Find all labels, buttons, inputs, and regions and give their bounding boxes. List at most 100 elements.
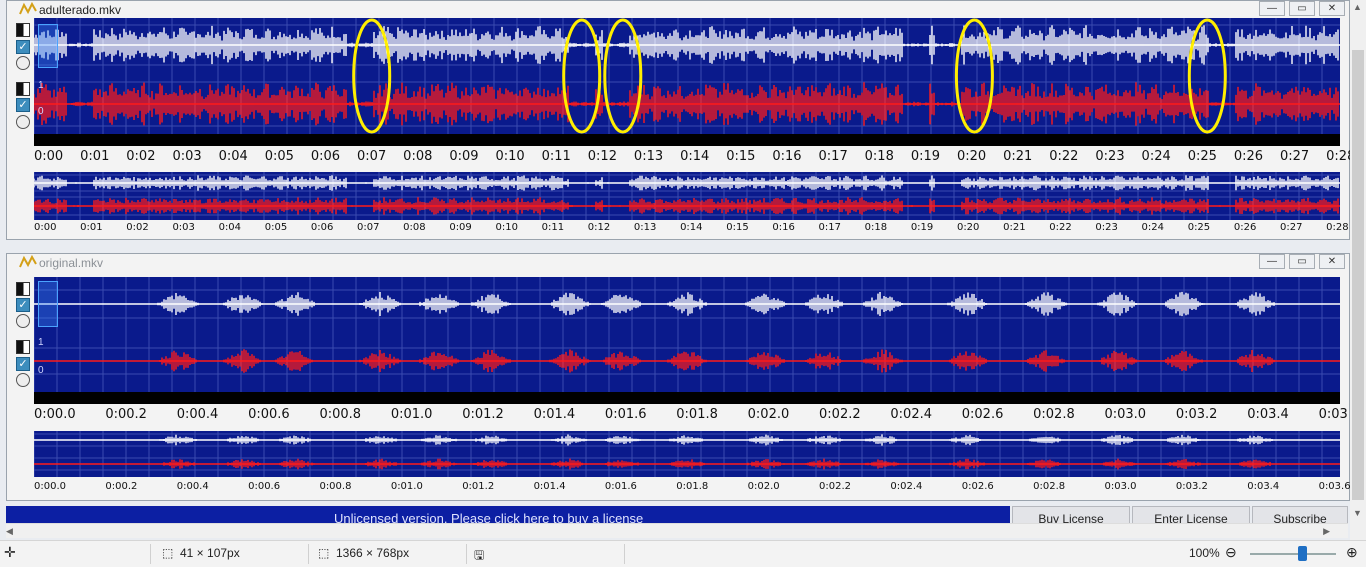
divider xyxy=(308,544,309,564)
scroll-right-icon[interactable]: ▶ xyxy=(1323,526,1330,537)
waveform-main-view[interactable]: 1 0 xyxy=(34,18,1340,134)
ruler-tick-label: 0:00.6 xyxy=(248,407,290,422)
ruler-tick-label: 0:06 xyxy=(310,149,341,164)
timeline-strip[interactable] xyxy=(34,392,1340,404)
close-button[interactable]: ✕ xyxy=(1319,1,1345,16)
overview-tick-label: 0:02.8 xyxy=(1033,481,1066,492)
scroll-left-icon[interactable]: ◀ xyxy=(6,526,13,537)
channel-left-enable-checkbox[interactable]: ✓ xyxy=(16,298,30,312)
channel-left-enable-checkbox[interactable]: ✓ xyxy=(16,40,30,54)
right-channel-overview xyxy=(34,197,1340,215)
overview-tick-label: 0:09 xyxy=(449,222,472,233)
ruler-tick-label: 0:10 xyxy=(495,149,525,164)
overview-tick-label: 0:01.8 xyxy=(676,481,709,492)
channel-left-solo-radio[interactable] xyxy=(16,314,30,328)
zoom-slider-thumb[interactable] xyxy=(1297,546,1307,561)
overview-tick-label: 0:02 xyxy=(126,222,149,233)
overview-tick-label: 0:19 xyxy=(910,222,934,233)
waveform-overview[interactable] xyxy=(34,431,1340,477)
waveform-main-view[interactable]: 1 0 xyxy=(34,277,1340,392)
maximize-button[interactable]: ▭ xyxy=(1289,254,1315,269)
ruler-tick-label: 0:07 xyxy=(357,149,387,164)
overview-canvas xyxy=(34,431,1340,477)
ruler-tick-label: 0:03 xyxy=(172,149,202,164)
annotation-ellipse-3[interactable] xyxy=(603,18,643,134)
save-icon[interactable]: 🖫 xyxy=(474,546,484,567)
channel-right-mute-toggle[interactable] xyxy=(16,82,30,96)
scroll-thumb[interactable] xyxy=(1352,50,1364,500)
zoom-slider[interactable] xyxy=(1250,546,1336,561)
right-channel-waveform xyxy=(34,349,1340,373)
overview-tick-label: 0:03 xyxy=(172,222,195,233)
overview-tick-label: 0:01 xyxy=(80,222,103,233)
overview-tick-label: 0:26 xyxy=(1233,222,1257,233)
ruler-tick-label: 0:17 xyxy=(818,149,848,164)
ruler-tick-label: 0:01.2 xyxy=(462,407,504,422)
maximize-button[interactable]: ▭ xyxy=(1289,1,1315,16)
channel-right-mute-toggle[interactable] xyxy=(16,340,30,354)
window-titlebar[interactable]: adulterado.mkv — ▭ ✕ xyxy=(7,1,1349,19)
overview-tick-label: 0:14 xyxy=(680,222,703,233)
buy-license-button[interactable]: Buy License xyxy=(1012,506,1130,524)
annotation-ellipse-2[interactable] xyxy=(562,18,602,134)
overview-tick-label: 0:02.2 xyxy=(819,481,852,492)
annotation-ellipse-1[interactable] xyxy=(352,18,392,134)
zoom-handle[interactable] xyxy=(38,24,58,68)
subscribe-button[interactable]: Subscribe xyxy=(1252,506,1348,524)
ruler-tick-label: 0:01 xyxy=(80,149,110,164)
ruler-tick-label: 0:22 xyxy=(1049,149,1079,164)
vertical-scrollbar[interactable]: ▲ ▼ xyxy=(1350,0,1366,540)
ruler-tick-label: 0:00 xyxy=(34,149,64,164)
channel-right-solo-radio[interactable] xyxy=(16,115,30,129)
overview-tick-label: 0:20 xyxy=(956,222,980,233)
overview-tick-label: 0:07 xyxy=(357,222,380,233)
channel-left-solo-radio[interactable] xyxy=(16,56,30,70)
channel-right-solo-radio[interactable] xyxy=(16,373,30,387)
scroll-down-icon[interactable]: ▼ xyxy=(1353,508,1362,518)
ruler-tick-label: 0:02 xyxy=(126,149,156,164)
timeline-strip[interactable] xyxy=(34,134,1340,146)
overview-tick-label: 0:03.2 xyxy=(1175,481,1208,492)
minimize-button[interactable]: — xyxy=(1259,254,1285,269)
move-cursor-icon: ✛ xyxy=(4,544,16,560)
unlicensed-banner[interactable]: Unlicensed version. Please click here to… xyxy=(6,506,1010,523)
overview-tick-label: 0:02.6 xyxy=(961,481,994,492)
overview-tick-label: 0:02.0 xyxy=(747,481,780,492)
ruler-tick-label: 0:00.0 xyxy=(34,407,76,422)
overview-tick-label: 0:17 xyxy=(818,222,841,233)
overview-tick-label: 0:25 xyxy=(1187,222,1211,233)
grid-lines xyxy=(34,277,1340,392)
overview-tick-label: 0:28 xyxy=(1326,222,1349,233)
channel-right-enable-checkbox[interactable]: ✓ xyxy=(16,357,30,371)
ruler-tick-label: 0:09 xyxy=(449,149,479,164)
ruler-tick-label: 0:00.2 xyxy=(105,407,147,422)
ruler-tick-label: 0:02.2 xyxy=(819,407,861,422)
overview-tick-label: 0:01.4 xyxy=(533,481,566,492)
channel-left-mute-toggle[interactable] xyxy=(16,282,30,296)
ruler-tick-label: 0:27 xyxy=(1280,149,1310,164)
overview-tick-label: 0:00.6 xyxy=(248,481,281,492)
channel-left-mute-toggle[interactable] xyxy=(16,23,30,37)
divider xyxy=(624,544,625,564)
left-channel-waveform xyxy=(34,25,1340,65)
overview-tick-label: 0:23 xyxy=(1095,222,1118,233)
ruler-tick-label: 0:11 xyxy=(541,149,571,164)
zoom-in-icon[interactable]: ⊕ xyxy=(1346,544,1358,561)
zoom-handle[interactable] xyxy=(38,281,58,327)
minimize-button[interactable]: — xyxy=(1259,1,1285,16)
ruler-tick-label: 0:02.0 xyxy=(747,407,790,422)
overview-tick-label: 0:06 xyxy=(310,222,334,233)
waveform-overview[interactable] xyxy=(34,172,1340,220)
horizontal-scrollbar[interactable]: ◀ ▶ xyxy=(6,523,1348,538)
channel-right-enable-checkbox[interactable]: ✓ xyxy=(16,98,30,112)
overview-tick-label: 0:15 xyxy=(726,222,749,233)
overview-ruler: 0:00 0:01 0:02 0:03 0:04 0:05 0:06 0:07 0:08 0:09… xyxy=(34,222,1349,236)
time-ruler: 0:00.0 0:00.2 0:00.4 0:00.6 0:00.8 0:01.0 0:01… xyxy=(34,407,1348,423)
zoom-out-icon[interactable]: ⊖ xyxy=(1225,544,1237,561)
enter-license-button[interactable]: Enter License xyxy=(1132,506,1250,524)
window-titlebar[interactable]: original.mkv — ▭ ✕ xyxy=(7,254,1349,272)
ruler-tick-label: 0:01.6 xyxy=(604,407,647,422)
overview-tick-label: 0:00.4 xyxy=(176,481,209,492)
close-button[interactable]: ✕ xyxy=(1319,254,1345,269)
scroll-up-icon[interactable]: ▲ xyxy=(1353,2,1362,12)
